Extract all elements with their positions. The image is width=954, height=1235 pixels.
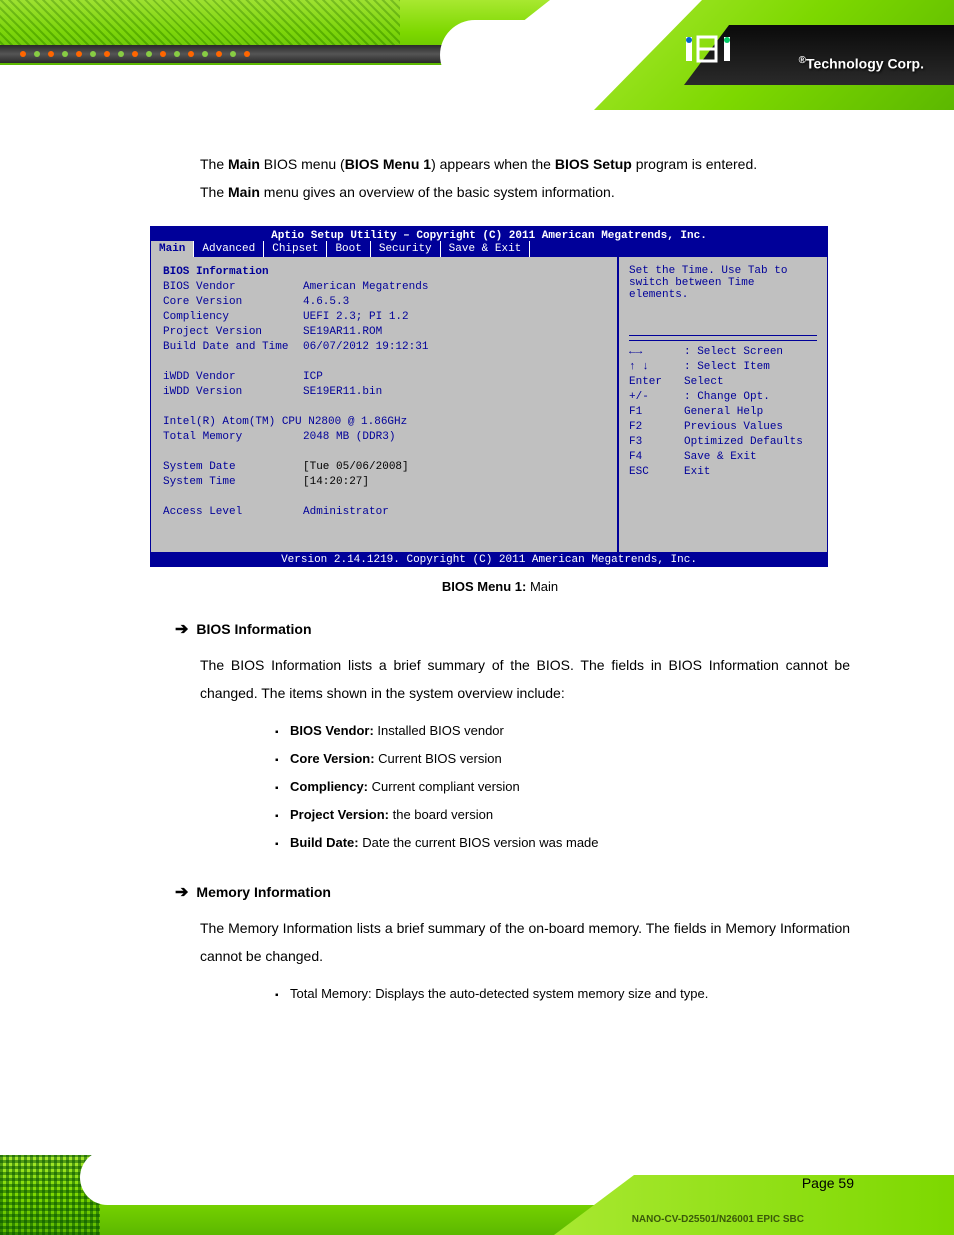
list-item: Total Memory: Displays the auto-detected… <box>275 980 850 1008</box>
bios-tab-security: Security <box>371 241 441 257</box>
right-arrow-icon: ➔ <box>175 621 188 638</box>
brand-text: ®Technology Corp. <box>799 55 924 72</box>
page-header-decoration: ®Technology Corp. <box>0 0 954 140</box>
brand-logo <box>684 35 744 68</box>
bios-tab-save-exit: Save & Exit <box>441 241 531 257</box>
section-heading: ➔Memory Information <box>175 882 850 902</box>
bullet-list: Total Memory: Displays the auto-detected… <box>275 980 850 1008</box>
list-item: BIOS Vendor: Installed BIOS vendor <box>275 717 850 745</box>
page-content: The Main BIOS menu (BIOS Menu 1) appears… <box>150 150 850 1008</box>
bios-footer: Version 2.14.1219. Copyright (C) 2011 Am… <box>151 552 827 566</box>
list-item: +/-: Change Opt. <box>629 390 817 405</box>
list-item: System Date[Tue 05/06/2008] <box>163 460 605 475</box>
footer-model-label: NANO-CV-D25501/N26001 EPIC SBC <box>632 1214 804 1225</box>
list-item: ↑ ↓: Select Item <box>629 360 817 375</box>
list-item: BIOS VendorAmerican Megatrends <box>163 280 605 295</box>
bios-tab-boot: Boot <box>327 241 370 257</box>
list-item: Project Version: the board version <box>275 801 850 829</box>
list-item: ←→: Select Screen <box>629 345 817 360</box>
list-item: EnterSelect <box>629 375 817 390</box>
list-item: Access LevelAdministrator <box>163 505 605 520</box>
paragraph: The BIOS Information lists a brief summa… <box>200 651 850 707</box>
list-item: Core Version: Current BIOS version <box>275 745 850 773</box>
bios-title-bar: Aptio Setup Utility – Copyright (C) 2011… <box>151 227 827 241</box>
list-item: Core Version4.6.5.3 <box>163 295 605 310</box>
bios-tab-main: Main <box>151 241 194 257</box>
bios-right-panel: Set the Time. Use Tab to switch between … <box>617 257 827 552</box>
list-item: F3Optimized Defaults <box>629 435 817 450</box>
list-item: F4Save & Exit <box>629 450 817 465</box>
list-item: Project VersionSE19AR11.ROM <box>163 325 605 340</box>
list-item: iWDD VendorICP <box>163 370 605 385</box>
list-item: Build Date: Date the current BIOS versio… <box>275 829 850 857</box>
list-item: Total Memory2048 MB (DDR3) <box>163 430 605 445</box>
bios-body: BIOS Information BIOS VendorAmerican Meg… <box>151 257 827 552</box>
bios-left-panel: BIOS Information BIOS VendorAmerican Meg… <box>151 257 617 552</box>
list-item: System Time[14:20:27] <box>163 475 605 490</box>
bios-tab-row: Main Advanced Chipset Boot Security Save… <box>151 241 827 257</box>
section-memory-information: ➔Memory Information The Memory Informati… <box>175 882 850 1008</box>
intro-paragraph: The Main BIOS menu (BIOS Menu 1) appears… <box>200 150 850 206</box>
bullet-list: BIOS Vendor: Installed BIOS vendor Core … <box>275 717 850 857</box>
help-text: Set the Time. Use Tab to <box>629 265 817 277</box>
paragraph: The Memory Information lists a brief sum… <box>200 914 850 970</box>
list-item: Build Date and Time06/07/2012 19:12:31 <box>163 340 605 355</box>
list-item: ESCExit <box>629 465 817 480</box>
page-number: Page 59 <box>802 1175 854 1191</box>
list-item: CompliencyUEFI 2.3; PI 1.2 <box>163 310 605 325</box>
bios-screenshot: Aptio Setup Utility – Copyright (C) 2011… <box>150 226 828 567</box>
page-footer-decoration: Page 59 NANO-CV-D25501/N26001 EPIC SBC <box>0 1120 954 1235</box>
list-item: Intel(R) Atom(TM) CPU N2800 @ 1.86GHz <box>163 415 605 430</box>
section-heading: ➔BIOS Information <box>175 619 850 639</box>
section-bios-information: ➔BIOS Information The BIOS Information l… <box>175 619 850 857</box>
help-text: switch between Time <box>629 277 817 289</box>
list-item: iWDD VersionSE19ER11.bin <box>163 385 605 400</box>
header-dots <box>20 48 460 60</box>
list-item: F1General Help <box>629 405 817 420</box>
bios-tab-advanced: Advanced <box>194 241 264 257</box>
figure-caption: BIOS Menu 1: Main <box>150 579 850 594</box>
bios-tab-chipset: Chipset <box>264 241 327 257</box>
list-item: F2Previous Values <box>629 420 817 435</box>
list-item: Compliency: Current compliant version <box>275 773 850 801</box>
list-item: BIOS Information <box>163 265 605 280</box>
help-text: elements. <box>629 289 817 301</box>
right-arrow-icon: ➔ <box>175 884 188 901</box>
